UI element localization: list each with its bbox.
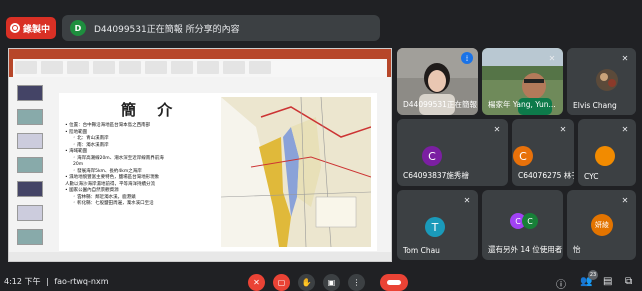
slide-thumbnails [11,83,45,249]
separator: | [46,277,49,286]
top-bar: 錄製中 D D44099531正在簡報 所分享的內容 [0,8,642,41]
slide-canvas: 簡 介 • 位置：台中縣沿海地區台灣本島之西南部 • 陸地範圍 ◦ 北：青山溪南岸 ◦… [59,93,377,251]
recording-indicator[interactable]: 錄製中 [6,17,56,39]
meeting-info: 4:12 下午 | fao-rtwq-nxm [4,276,109,287]
people-count-badge: 23 [588,270,598,280]
others-label: 還有另外 14 位使用者 [488,245,563,254]
control-bar: 4:12 下午 | fao-rtwq-nxm ✕ ▢ ✋ ▣ ⋮ ⓘ 👥 23 … [0,270,642,291]
participant-name: C64093837施秀檜 [403,171,469,180]
presenter-text: D44099531正在簡報 所分享的內容 [94,24,240,35]
more-options-button[interactable]: ⋮ [348,274,365,291]
info-icon[interactable]: ⓘ [556,276,566,291]
participant-name: CYC [584,172,599,181]
mic-off-icon: ✕ [253,278,260,287]
mic-off-icon: ✕ [548,53,556,63]
speaking-icon: ⁞ [461,52,473,64]
recording-label: 錄製中 [23,24,51,35]
clock: 4:12 下午 [4,277,41,286]
record-icon [10,23,20,33]
presenter-banner: D D44099531正在簡報 所分享的內容 [62,15,380,41]
camera-off-icon: ▢ [277,278,286,287]
others-tile[interactable]: C C 還有另外 14 位使用者 [482,190,563,260]
slide-bullet: ◦ 彰化縣：七股鹽田周邊，濁水溪口至沿 [73,201,154,206]
participant-name: 楊家年 Yang, Yun... [488,100,556,109]
captions-button[interactable]: ▣ [323,274,340,291]
chat-icon[interactable]: ▤ [603,276,612,287]
participant-avatar: C [522,213,538,229]
mic-off-icon: ✕ [559,124,567,134]
presenter-avatar: D [70,20,86,36]
participant-name: 怡 [573,245,581,254]
more-vert-icon: ⋮ [352,278,361,287]
participant-tile[interactable]: ✕ CYC [578,119,636,186]
participant-tile[interactable]: 妍綾 ✕ 怡 [567,190,636,260]
participant-tile[interactable]: ⁞ D44099531正在簡報 [397,48,478,115]
participant-tile[interactable]: ✕ Elvis Chang [567,48,636,115]
participant-tile[interactable]: C ✕ C64076275 林于綾 [512,119,574,186]
slide-bullets: • 位置：台中縣沿海地區台灣本島之西南部 • 陸地範圍 ◦ 北：青山溪南岸 ◦ 南：濁… [65,123,193,208]
ppt-status-bar [9,252,391,261]
ppt-ribbon [9,49,391,77]
mic-off-icon: ✕ [493,124,501,134]
mic-toggle-button[interactable]: ✕ [248,274,265,291]
camera-toggle-button[interactable]: ▢ [273,274,290,291]
slide-map [221,97,371,247]
mic-off-icon: ✕ [621,195,629,205]
mic-off-icon: ✕ [621,124,629,134]
shared-screen: 簡 介 • 位置：台中縣沿海地區台灣本島之西南部 • 陸地範圍 ◦ 北：青山溪南岸 ◦… [8,48,392,262]
participant-tile[interactable]: T ✕ Tom Chau [397,190,478,260]
participant-name: D44099531正在簡報 [403,100,477,109]
raise-hand-button[interactable]: ✋ [298,274,315,291]
meet-window: 錄製中 D D44099531正在簡報 所分享的內容 簡 介 • 位置：台中縣沿… [0,0,642,291]
leave-call-button[interactable] [380,274,408,291]
phone-hangup-icon [387,280,401,285]
participant-name: C64076275 林于綾 [518,171,574,180]
activities-icon[interactable]: ⧉ [625,276,632,287]
mic-off-icon: ✕ [463,195,471,205]
hand-icon: ✋ [301,278,312,287]
participant-name: Tom Chau [403,246,440,255]
participant-tile[interactable]: C ✕ C64093837施秀檜 [397,119,508,186]
participant-avatar: T [425,217,445,237]
participant-avatar [595,146,615,166]
participant-name: Elvis Chang [573,101,617,110]
participant-avatar: C [513,146,533,166]
participant-avatar: C [422,146,442,166]
meeting-code: fao-rtwq-nxm [54,277,109,286]
slide-title: 簡 介 [121,101,181,119]
mic-off-icon: ✕ [621,53,629,63]
participant-tile[interactable]: ✕ 楊家年 Yang, Yun... [482,48,563,115]
participant-avatar: 妍綾 [591,214,613,236]
captions-icon: ▣ [327,278,336,287]
